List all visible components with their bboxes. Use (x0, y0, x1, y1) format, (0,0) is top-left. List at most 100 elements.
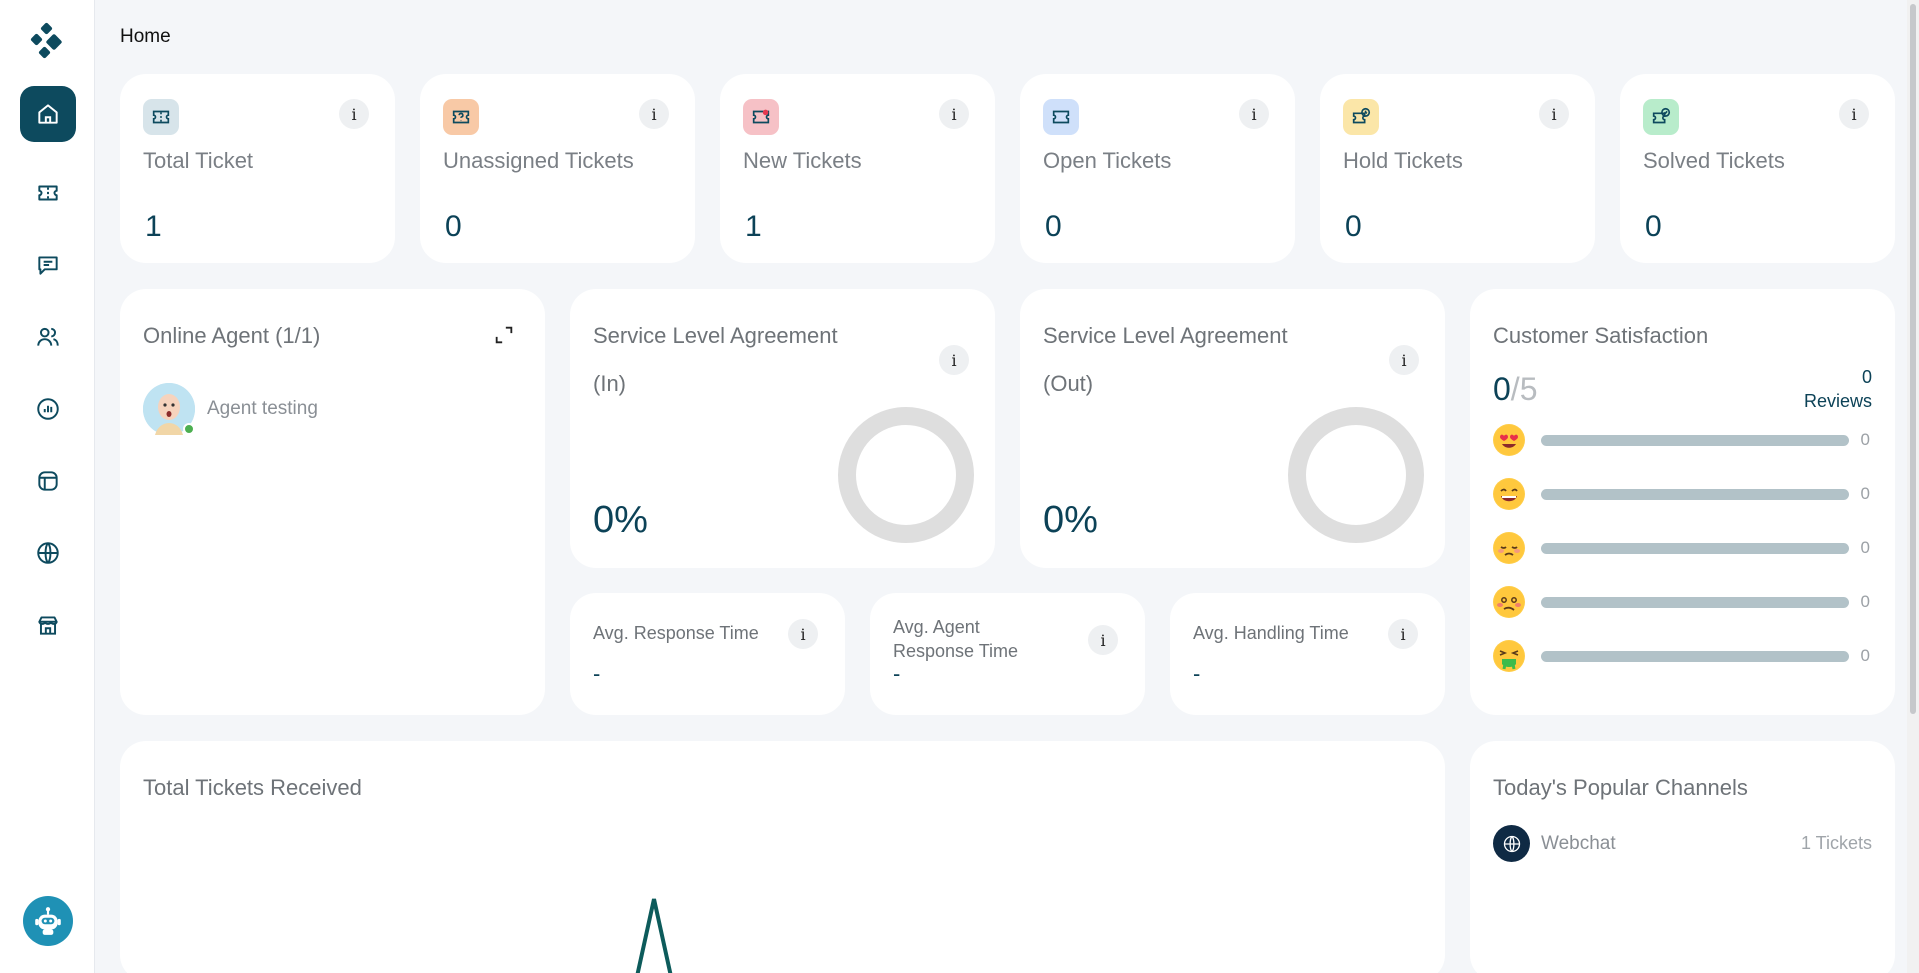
stat-card-hold-tickets: i Hold Tickets 0 (1320, 74, 1595, 263)
avg-response-time-title: Avg. Response Time (593, 623, 759, 643)
info-button[interactable]: i (788, 619, 818, 649)
customer-satisfaction-card: Customer Satisfaction 0/5 0 Reviews 0 0 … (1470, 289, 1895, 715)
avg-handling-time-value: - (1193, 661, 1201, 686)
info-button[interactable]: i (1389, 345, 1419, 375)
rating-row: 0 (1493, 423, 1870, 457)
stat-label: Hold Tickets (1343, 148, 1463, 173)
sidebar-item-chat[interactable] (20, 237, 76, 293)
channel-list-item[interactable]: Webchat 1 Tickets (1493, 825, 1872, 862)
tickets-series-line (635, 898, 673, 973)
vomiting-face-icon (1493, 640, 1525, 672)
woozy-face-icon (1493, 586, 1525, 618)
rating-bar (1541, 596, 1849, 608)
sidebar-item-store[interactable] (20, 597, 76, 653)
agent-list-item[interactable]: Agent testing (143, 383, 318, 435)
sidebar-item-layout[interactable] (20, 453, 76, 509)
chat-icon (38, 256, 58, 275)
stat-value: 1 (745, 210, 762, 243)
sla-in-card: Service Level Agreement (In) i 0% (570, 289, 995, 568)
ticket-hold-icon (1343, 99, 1379, 135)
rating-count: 0 (1860, 538, 1870, 557)
scrollbar-thumb[interactable] (1910, 4, 1916, 714)
stat-card-open-tickets: i Open Tickets 0 (1020, 74, 1295, 263)
reviews-label: Reviews (1803, 391, 1872, 411)
score-max: /5 (1510, 371, 1538, 407)
app-logo-icon[interactable] (28, 22, 68, 62)
globe-icon (37, 542, 59, 564)
info-button[interactable]: i (1239, 99, 1269, 129)
sla-out-card: Service Level Agreement (Out) i 0% (1020, 289, 1445, 568)
info-button[interactable]: i (939, 345, 969, 375)
agent-name: Agent testing (207, 398, 318, 419)
sidebar-item-reports[interactable] (20, 381, 76, 437)
reviews-number: 0 (1861, 367, 1872, 387)
channel-name: Webchat (1541, 832, 1616, 854)
customer-satisfaction-title: Customer Satisfaction (1493, 323, 1709, 348)
store-icon (38, 616, 58, 635)
popular-channels-card: Today's Popular Channels Webchat 1 Ticke… (1470, 741, 1895, 973)
stat-label: Solved Tickets (1643, 148, 1785, 173)
stat-value: 0 (1345, 210, 1362, 243)
popular-channels-title: Today's Popular Channels (1493, 775, 1748, 800)
online-agent-title: Online Agent (1/1) (143, 323, 321, 348)
reviews-count: 0 Reviews (1804, 365, 1872, 413)
sla-in-donut-chart (838, 407, 974, 543)
stat-value: 1 (145, 210, 162, 243)
avatar (143, 383, 195, 435)
stat-card-solved-tickets: i Solved Tickets 0 (1620, 74, 1895, 263)
stat-label: New Tickets (743, 148, 862, 173)
stat-value: 0 (445, 210, 462, 243)
users-icon (37, 327, 59, 346)
stat-label: Unassigned Tickets (443, 148, 634, 173)
globe-icon (1493, 825, 1530, 862)
online-agent-card: Online Agent (1/1) Agent testing (120, 289, 545, 715)
info-button[interactable]: i (1388, 619, 1418, 649)
rating-count: 0 (1860, 484, 1870, 503)
page-scrollbar[interactable] (1907, 0, 1919, 973)
sidebar-item-home[interactable] (20, 86, 76, 142)
tickets-line-chart (635, 898, 673, 973)
avg-agent-response-time-card: Avg. Agent Response Time i - (870, 593, 1145, 715)
rating-count: 0 (1860, 430, 1870, 449)
info-button[interactable]: i (1839, 99, 1869, 129)
rating-bar (1541, 434, 1849, 446)
breadcrumb: Home (120, 26, 171, 47)
rating-row: 0 (1493, 531, 1870, 565)
avg-response-time-value: - (593, 661, 601, 686)
info-button[interactable]: i (339, 99, 369, 129)
score-value: 0 (1493, 371, 1511, 407)
stat-value: 0 (1045, 210, 1062, 243)
sla-out-donut-chart (1288, 407, 1424, 543)
chatbot-assistant-button[interactable] (23, 896, 73, 946)
report-chart-icon (37, 398, 59, 420)
sidebar-item-web[interactable] (20, 525, 76, 581)
sla-out-subtitle: (Out) (1043, 371, 1094, 396)
rating-bar (1541, 488, 1849, 500)
info-button[interactable]: i (1539, 99, 1569, 129)
avg-agent-response-time-title: Avg. Agent Response Time (893, 615, 1018, 663)
grinning-face-icon (1493, 478, 1525, 510)
online-status-indicator (183, 423, 195, 435)
sla-in-subtitle: (In) (593, 371, 626, 396)
home-icon (38, 104, 58, 124)
info-button[interactable]: i (1088, 625, 1118, 655)
sla-in-title: Service Level Agreement (593, 323, 838, 348)
robot-icon (35, 907, 61, 935)
sidebar-item-tickets[interactable] (20, 165, 76, 221)
avg-handling-time-title: Avg. Handling Time (1193, 623, 1349, 643)
rating-bar (1541, 542, 1849, 554)
rating-count: 0 (1860, 646, 1870, 665)
expand-icon[interactable] (489, 320, 519, 350)
title-line: Avg. Agent (893, 617, 980, 637)
info-button[interactable]: i (639, 99, 669, 129)
sidebar-item-users[interactable] (20, 309, 76, 365)
ticket-icon (143, 99, 179, 135)
stat-value: 0 (1645, 210, 1662, 243)
ticket-open-icon (1043, 99, 1079, 135)
avg-handling-time-card: Avg. Handling Time i - (1170, 593, 1445, 715)
ticket-question-icon (443, 99, 479, 135)
info-button[interactable]: i (939, 99, 969, 129)
ticket-new-icon (743, 99, 779, 135)
total-tickets-received-title: Total Tickets Received (143, 775, 362, 800)
avg-response-time-card: Avg. Response Time i - (570, 593, 845, 715)
